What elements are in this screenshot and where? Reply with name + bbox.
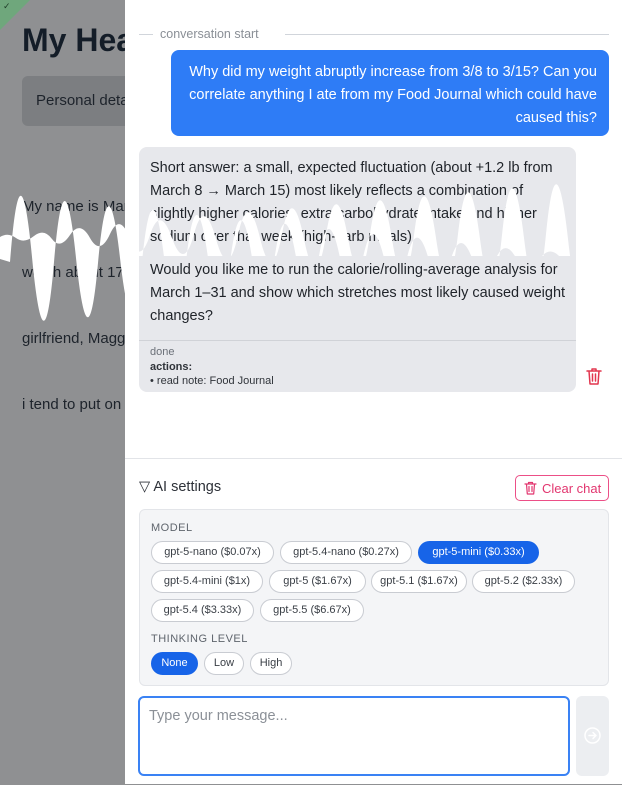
thinking-chip[interactable]: High — [250, 652, 292, 675]
model-chip[interactable]: gpt-5.4 ($3.33x) — [151, 599, 254, 622]
model-chip[interactable]: gpt-5.2 ($2.33x) — [472, 570, 575, 593]
model-chip[interactable]: gpt-5.4-nano ($0.27x) — [280, 541, 412, 564]
model-chip[interactable]: gpt-5-nano ($0.07x) — [151, 541, 274, 564]
conversation-start-divider: conversation start — [139, 26, 609, 42]
message-input[interactable] — [138, 696, 570, 776]
clear-chat-button[interactable]: Clear chat — [515, 475, 609, 501]
model-chip-selected[interactable]: gpt-5-mini ($0.33x) — [418, 541, 539, 564]
divider-line — [139, 34, 153, 35]
ai-settings-toggle[interactable]: ▽ AI settings — [139, 479, 221, 495]
model-chip[interactable]: gpt-5.1 ($1.67x) — [371, 570, 467, 593]
body-line: i tend to put on — [22, 396, 122, 413]
actions-label: actions: — [150, 360, 193, 373]
send-arrow-icon — [584, 727, 601, 744]
assistant-paragraph: Would you like me to run the calorie/rol… — [150, 262, 566, 324]
model-chip[interactable]: gpt-5.4-mini ($1x) — [151, 570, 263, 593]
trash-icon — [586, 368, 602, 385]
thinking-chip[interactable]: Low — [204, 652, 244, 675]
thinking-chip-selected[interactable]: None — [151, 652, 198, 675]
delete-message-button[interactable] — [585, 366, 603, 386]
page-title: My Hea — [22, 22, 135, 58]
message-divider — [139, 340, 576, 341]
model-chip[interactable]: gpt-5.5 ($6.67x) — [260, 599, 364, 622]
page-body-text: My name is Mar weigh about 170 girlfrien… — [22, 152, 126, 460]
tab-label: Personal deta — [36, 92, 129, 109]
model-chip[interactable]: gpt-5 ($1.67x) — [269, 570, 366, 593]
clear-chat-label: Clear chat — [542, 481, 602, 496]
trash-icon — [524, 481, 537, 495]
conversation-start-label: conversation start — [160, 27, 259, 41]
user-message: Why did my weight abruptly increase from… — [171, 50, 609, 136]
thinking-level-label: THINKING LEVEL — [151, 633, 248, 645]
assistant-message-continued: Would you like me to run the calorie/rol… — [139, 256, 576, 336]
body-line: girlfriend, Magg — [22, 330, 126, 347]
action-item: • read note: Food Journal — [150, 375, 274, 387]
message-status: done — [150, 346, 175, 358]
model-settings-box: MODEL gpt-5-nano ($0.07x) gpt-5.4-nano (… — [139, 509, 609, 686]
message-meta: done actions: • read note: Food Journal — [150, 345, 274, 389]
send-button[interactable] — [576, 696, 609, 776]
model-label: MODEL — [151, 522, 193, 534]
divider-line — [285, 34, 609, 35]
chat-panel: conversation start Why did my weight abr… — [125, 0, 622, 784]
check-icon: ✓ — [3, 1, 11, 11]
